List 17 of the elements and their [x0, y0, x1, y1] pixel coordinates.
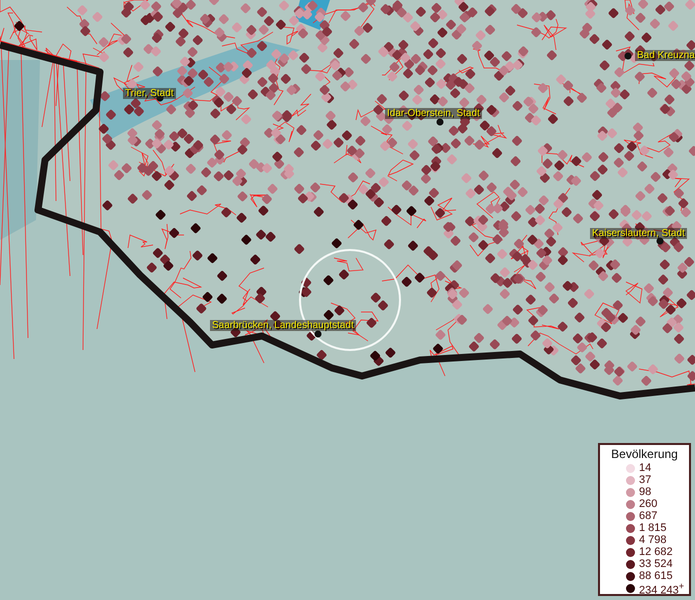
legend-title: Bevölkerung	[610, 447, 679, 461]
place-label: Bad Kreuzna	[635, 50, 695, 61]
legend-label: 14	[639, 463, 652, 474]
place-label: Kaiserslautern, Stadt	[590, 228, 687, 239]
place-label: Trier, Stadt	[123, 88, 176, 99]
legend-label: 4 798	[639, 535, 667, 546]
legend-label: 687	[639, 511, 658, 522]
legend-label: 234 243$^{+}$	[639, 580, 684, 597]
legend-label: 88 615	[639, 571, 673, 582]
legend-label: 33 524	[639, 559, 673, 570]
legend-label: 37	[639, 475, 652, 486]
legend-label: 98	[639, 487, 652, 498]
legend-label: 260	[639, 499, 658, 510]
place-label: Idar-Oberstein, Stadt	[385, 108, 482, 119]
legend-label: 12 682	[639, 547, 673, 558]
place-label: Saarbrücken, Landeshauptstadt	[210, 320, 356, 331]
legend-label: 1 815	[639, 523, 667, 534]
